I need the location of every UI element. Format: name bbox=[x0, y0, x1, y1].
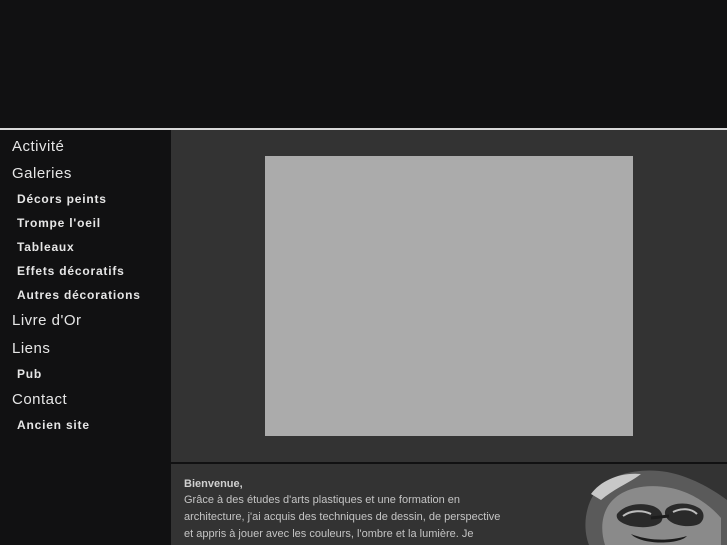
nav-item-livre-dor[interactable]: Livre d'Or bbox=[12, 312, 82, 329]
nav-item-liens[interactable]: Liens bbox=[12, 340, 50, 357]
nav-item-galeries[interactable]: Galeries bbox=[12, 165, 72, 182]
nav-subitem-tableaux[interactable]: Tableaux bbox=[17, 240, 75, 254]
welcome-panel: Bienvenue, Grâce à des études d'arts pla… bbox=[171, 464, 727, 545]
nav-item-contact[interactable]: Contact bbox=[12, 391, 67, 408]
welcome-title: Bienvenue, bbox=[184, 478, 243, 490]
gallery-image-placeholder[interactable] bbox=[265, 156, 633, 436]
nav-subitem-ancien-site[interactable]: Ancien site bbox=[17, 418, 90, 432]
page: Activité Galeries Décors peints Trompe l… bbox=[0, 0, 727, 545]
welcome-text-line: architecture, j'ai acquis des techniques… bbox=[184, 511, 501, 523]
nav-subitem-pub[interactable]: Pub bbox=[17, 367, 42, 381]
nav-subitem-effets-decoratifs[interactable]: Effets décoratifs bbox=[17, 264, 125, 278]
nav-item-activite[interactable]: Activité bbox=[12, 138, 64, 155]
welcome-text-line: Grâce à des études d'arts plastiques et … bbox=[184, 494, 461, 506]
sidebar-nav: Activité Galeries Décors peints Trompe l… bbox=[0, 130, 171, 545]
welcome-text-line: et appris à jouer avec les couleurs, l'o… bbox=[184, 528, 474, 540]
nav-subitem-trompe-loeil[interactable]: Trompe l'oeil bbox=[17, 216, 101, 230]
header-banner bbox=[0, 0, 727, 128]
artist-portrait-image bbox=[571, 464, 727, 545]
nav-subitem-decors-peints[interactable]: Décors peints bbox=[17, 192, 107, 206]
nav-subitem-autres-decorations[interactable]: Autres décorations bbox=[17, 288, 141, 302]
